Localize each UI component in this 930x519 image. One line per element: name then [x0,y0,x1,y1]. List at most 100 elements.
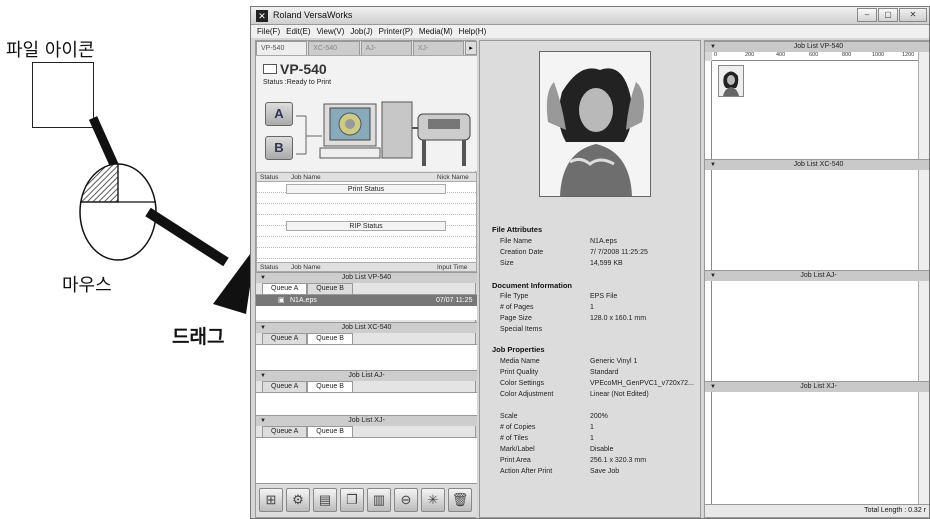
tab-queue-a[interactable]: Queue A [262,381,308,392]
layout-scrollbar[interactable] [918,52,929,159]
collapse-arrow-icon[interactable]: ▼ [260,273,266,283]
status-grid-header: Status Job Name Nick Name [256,172,477,182]
vertical-ruler [705,392,712,506]
col-nick-name[interactable]: Nick Name [437,173,469,182]
print-button[interactable]: ▤ [313,488,337,512]
tab-printer-aj[interactable]: AJ- [360,41,412,55]
job-list-header[interactable]: ▼ Job List XJ- [256,415,477,426]
layout-thumbnail[interactable] [718,65,744,97]
menu-printer[interactable]: Printer(P) [379,25,413,38]
document-info-heading: Document Information [492,281,572,290]
job-info-panel: File Attributes File Name N1A.eps Creatio… [479,40,701,518]
add-job-button[interactable]: ⊞ [259,488,283,512]
layout-canvas[interactable] [712,392,918,506]
tab-printer-xj[interactable]: XJ- [412,41,465,55]
rip-status-header: RIP Status [286,221,446,231]
printer-small-icon [263,64,277,74]
menu-job[interactable]: Job(J) [350,25,372,38]
job-list-header[interactable]: ▼ Job List VP-540 [256,272,477,283]
collapse-arrow-icon[interactable]: ▼ [710,160,716,170]
printer-status-text: Status :Ready to Print [263,79,332,86]
cancel-button[interactable]: ⊖ [394,488,418,512]
job-list-body[interactable] [256,437,477,483]
col-status[interactable]: Status [260,173,278,182]
layout-scrollbar[interactable] [918,392,929,506]
job-list-header[interactable]: ▼ Job List XC-540 [256,322,477,333]
print-status-header: Print Status [286,184,446,194]
col-job-name[interactable]: Job Name [291,173,321,182]
horizontal-ruler: 0 200 400 600 800 1000 1200 [712,52,918,61]
menu-edit[interactable]: Edit(E) [286,25,310,38]
rip-button[interactable]: ✳ [421,488,445,512]
collapse-arrow-icon[interactable]: ▼ [260,416,266,426]
collapse-arrow-icon[interactable]: ▼ [710,382,716,392]
versaworks-window: ✕ Roland VersaWorks – ▢ ✕ File(F) Edit(E… [250,6,930,519]
layout-scrollbar[interactable] [918,281,929,381]
menu-bar: File(F) Edit(E) View(V) Job(J) Printer(P… [251,25,929,38]
vertical-ruler [705,61,712,159]
tab-queue-b[interactable]: Queue B [307,333,353,344]
file-attributes-heading: File Attributes [492,225,543,234]
settings-button[interactable]: ⚙ [286,488,310,512]
collapse-arrow-icon[interactable]: ▼ [260,371,266,381]
tab-queue-b[interactable]: Queue B [307,426,353,437]
collapse-arrow-icon[interactable]: ▼ [260,323,266,333]
layout-scrollbar[interactable] [918,170,929,270]
layout-list-header[interactable]: ▼ Job List XC-540 [705,159,929,170]
delete-button[interactable]: 🗑 [448,488,472,512]
job-grid-header: Status Job Name Input Time [256,262,477,272]
window-title: Roland VersaWorks [273,10,353,20]
drag-arrow-shaft [145,207,229,267]
duplicate-button[interactable]: ❐ [340,488,364,512]
printer-name: VP-540 [280,61,327,77]
printer-tabs: VP-540 XC-540 AJ- XJ- ▸ [256,41,477,55]
tab-queue-a[interactable]: Queue A [262,426,308,437]
title-bar: ✕ Roland VersaWorks – ▢ ✕ [251,7,929,25]
col-job-name[interactable]: Job Name [291,263,321,272]
col-input-time[interactable]: Input Time [437,263,467,272]
app-logo-icon: ✕ [256,10,268,22]
collapse-arrow-icon[interactable]: ▼ [710,42,716,52]
menu-help[interactable]: Help(H) [459,25,487,38]
printer-status-area: VP-540 Status :Ready to Print A B [256,55,477,171]
tab-queue-b[interactable]: Queue B [307,283,353,294]
tab-scroll-right-button[interactable]: ▸ [465,41,477,55]
printer-control-button[interactable]: ▥ [367,488,391,512]
queue-a-icon[interactable]: A [265,102,293,126]
menu-view[interactable]: View(V) [317,25,345,38]
maximize-button[interactable]: ▢ [878,8,898,22]
drag-label: 드래그 [172,326,225,348]
vertical-ruler [705,170,712,270]
tab-printer-vp540[interactable]: VP-540 [256,41,308,55]
tab-queue-b[interactable]: Queue B [307,381,353,392]
total-length-status: Total Length : 0.32 r [705,504,929,517]
layout-canvas[interactable] [712,61,918,159]
queue-b-icon[interactable]: B [265,136,293,160]
job-preview-image [539,51,651,197]
col-status[interactable]: Status [260,263,278,272]
drag-illustration [79,116,250,314]
layout-list-header[interactable]: ▼ Job List VP-540 [705,41,929,52]
layout-list-header[interactable]: ▼ Job List XJ- [705,381,929,392]
tab-queue-a[interactable]: Queue A [262,333,308,344]
layout-canvas[interactable] [712,170,918,270]
tab-printer-xc540[interactable]: XC-540 [308,41,360,55]
close-button[interactable]: ✕ [899,8,927,22]
printer-machine-icon [296,101,471,166]
collapse-arrow-icon[interactable]: ▼ [710,271,716,281]
job-list-header[interactable]: ▼ Job List AJ- [256,370,477,381]
layout-panel: ▼ Job List VP-540 0 200 400 600 800 1000… [704,40,929,518]
printer-panel: VP-540 XC-540 AJ- XJ- ▸ VP-540 Status :R… [255,40,477,518]
menu-file[interactable]: File(F) [257,25,280,38]
layout-list-header[interactable]: ▼ Job List AJ- [705,270,929,281]
file-icon: ▣ [278,297,285,304]
job-name: N1A.eps [290,297,317,304]
job-row-selected[interactable]: ▣ N1A.eps 07/07 11:25 [256,295,477,306]
minimize-button[interactable]: – [857,8,877,22]
layout-canvas[interactable] [712,281,918,381]
mouse-label: 마우스 [62,275,112,296]
tab-queue-a[interactable]: Queue A [262,283,308,294]
job-properties-heading: Job Properties [492,345,545,354]
job-list-body[interactable] [256,344,477,370]
menu-media[interactable]: Media(M) [419,25,453,38]
